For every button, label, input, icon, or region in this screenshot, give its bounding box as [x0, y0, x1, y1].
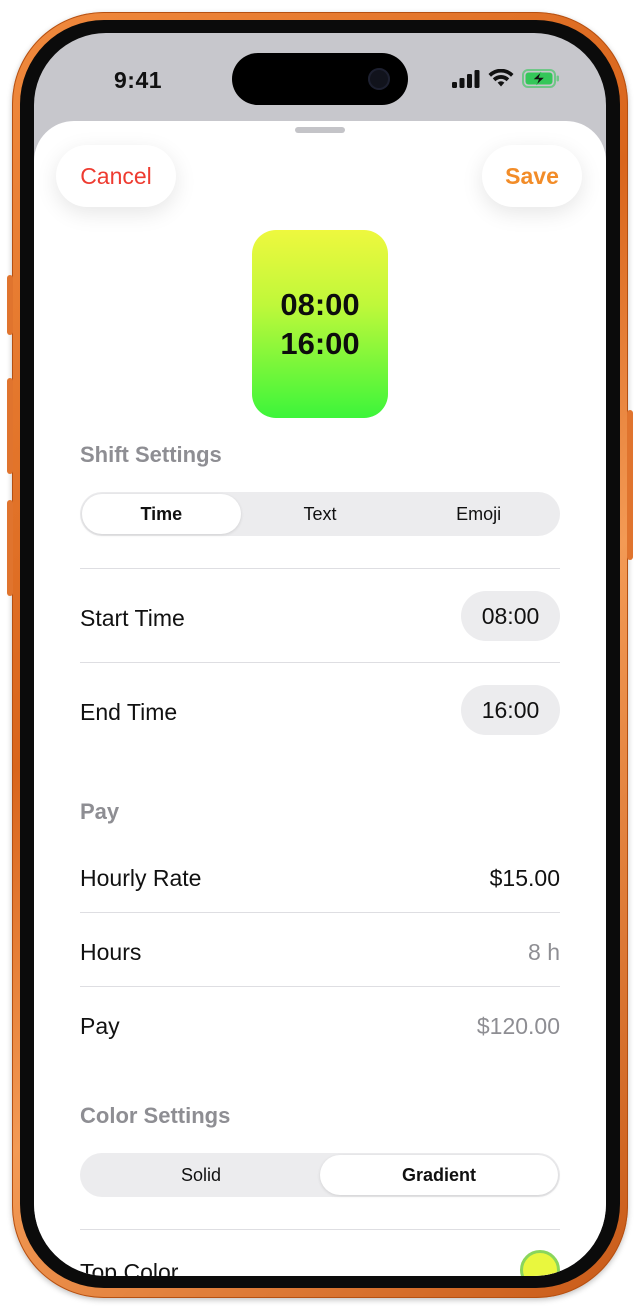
power-button: [627, 410, 633, 560]
cellular-signal-icon: [452, 69, 480, 88]
preview-end-time: 16:00: [280, 326, 360, 361]
status-icons: [452, 69, 560, 88]
divider: [80, 986, 560, 987]
start-time-picker[interactable]: 08:00: [461, 591, 560, 641]
action-button: [7, 275, 13, 335]
status-time: 9:41: [114, 67, 163, 93]
save-button[interactable]: Save: [482, 145, 582, 207]
dynamic-island: [232, 53, 408, 105]
end-time-label: End Time: [80, 699, 178, 725]
status-bar: 9:41: [34, 33, 606, 123]
wifi-icon: [488, 69, 514, 87]
shift-mode-segmented-control: Time Text Emoji: [80, 492, 560, 536]
hourly-rate-field[interactable]: $15.00: [490, 865, 560, 892]
screen: 9:41 Cancel Save 08:00 16:00 Shift Setti…: [34, 33, 606, 1276]
pay-section-title: Pay: [80, 799, 120, 824]
end-time-picker[interactable]: 16:00: [461, 685, 560, 735]
cancel-button[interactable]: Cancel: [56, 145, 176, 207]
preview-start-time: 08:00: [280, 287, 360, 322]
battery-charging-icon: [522, 69, 559, 88]
sheet-grabber[interactable]: [295, 127, 345, 133]
top-color-label: Top Color: [80, 1259, 179, 1276]
front-camera-icon: [368, 68, 390, 90]
segment-text[interactable]: Text: [241, 494, 400, 534]
volume-down-button: [7, 500, 13, 596]
color-mode-segmented-control: Solid Gradient: [80, 1153, 560, 1197]
shift-preview-card: 08:00 16:00: [252, 230, 388, 418]
divider: [80, 912, 560, 913]
divider: [80, 568, 560, 569]
pay-value: $120.00: [476, 1013, 560, 1039]
volume-up-button: [7, 378, 13, 474]
shift-settings-title: Shift Settings: [80, 442, 222, 467]
segment-solid[interactable]: Solid: [82, 1155, 320, 1195]
edit-shift-sheet: Cancel Save 08:00 16:00 Shift Settings T…: [34, 121, 606, 1276]
top-color-picker[interactable]: [520, 1250, 560, 1276]
hours-value: 8 h: [528, 939, 560, 965]
hours-label: Hours: [80, 939, 142, 965]
divider: [80, 662, 560, 663]
color-settings-title: Color Settings: [80, 1103, 231, 1128]
hourly-rate-label: Hourly Rate: [80, 865, 202, 891]
pay-label: Pay: [80, 1013, 120, 1039]
segment-gradient[interactable]: Gradient: [320, 1155, 558, 1195]
segment-time[interactable]: Time: [82, 494, 241, 534]
divider: [80, 1229, 560, 1230]
segment-emoji[interactable]: Emoji: [399, 494, 558, 534]
start-time-label: Start Time: [80, 605, 185, 631]
